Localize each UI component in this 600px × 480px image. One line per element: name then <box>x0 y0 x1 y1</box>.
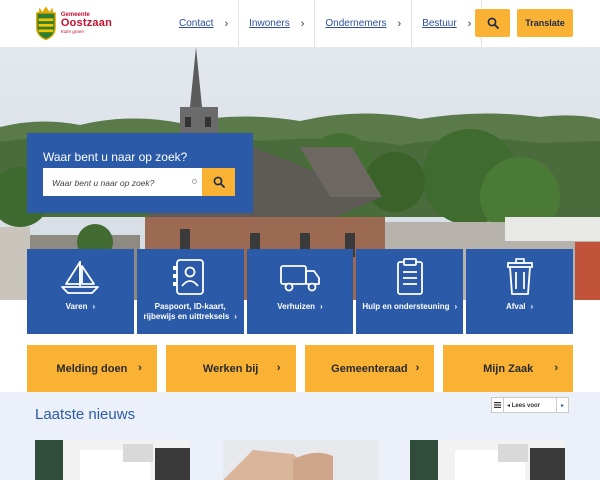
mijn-zaak-button[interactable]: Mijn Zaak › <box>443 345 573 392</box>
tile-verhuizen[interactable]: Verhuizen › <box>246 249 354 334</box>
chevron-right-icon: › <box>415 362 420 374</box>
chevron-right-icon: › <box>554 362 558 374</box>
nav-item-inwoners[interactable]: Inwoners › <box>238 0 314 47</box>
news-heading: Laatste nieuws <box>35 406 136 423</box>
quick-links: Melding doen › Werken bij › Gemeenteraad… <box>27 345 573 392</box>
menu-icon[interactable] <box>492 398 504 412</box>
chevron-right-icon: › <box>320 302 323 311</box>
logo-name: Oostzaan <box>60 16 112 29</box>
chevron-right-icon: › <box>467 17 472 30</box>
read-aloud-widget[interactable]: ◂ Lees voor ▸ <box>491 397 569 413</box>
tile-label: Afval <box>505 302 526 311</box>
chevron-right-icon: › <box>300 17 305 30</box>
search-submit-button[interactable] <box>202 168 235 196</box>
nav-item-label: Bestuur <box>422 18 457 29</box>
news-thumbnail[interactable] <box>410 440 565 480</box>
circle-icon <box>192 179 197 184</box>
gemeenteraad-button[interactable]: Gemeenteraad › <box>304 345 435 392</box>
service-tiles: Varen › Paspoort, ID-kaart, rijbewijs en … <box>27 249 573 334</box>
tile-label: Paspoort, ID-kaart, rijbewijs en uittrek… <box>143 302 230 322</box>
chevron-right-icon: › <box>276 362 281 374</box>
logo-tagline: Kalm groen <box>60 28 84 34</box>
chevron-right-icon: › <box>234 312 237 322</box>
site-header: Gemeente Oostzaan Kalm groen Contact › I… <box>0 0 600 47</box>
tile-paspoort[interactable]: Paspoort, ID-kaart, rijbewijs en uittrek… <box>136 249 244 334</box>
coat-of-arms-icon <box>36 6 56 41</box>
werken-bij-button[interactable]: Werken bij › <box>165 345 296 392</box>
nav-item-label: Ondernemers <box>325 18 387 29</box>
chevron-right-icon: › <box>454 302 458 311</box>
tile-hulp[interactable]: Hulp en ondersteuning › <box>356 249 464 334</box>
chevron-right-icon: › <box>138 362 142 374</box>
search-panel: Waar bent u naar op zoek? Waar bent u na… <box>27 133 253 213</box>
speaker-icon: ◂ <box>507 402 511 409</box>
chevron-right-icon: › <box>530 302 534 311</box>
nav-item-contact[interactable]: Contact › <box>169 0 238 47</box>
button-label: Werken bij <box>202 362 259 375</box>
tile-afval[interactable]: Afval › <box>466 249 573 334</box>
search-placeholder: Waar bent u naar op zoek? <box>52 178 155 188</box>
municipality-logo[interactable]: Gemeente Oostzaan Kalm groen <box>34 4 112 42</box>
chevron-right-icon: › <box>92 302 96 311</box>
news-thumbnail[interactable] <box>35 440 190 480</box>
play-icon[interactable]: ▸ <box>556 398 568 412</box>
chevron-right-icon: › <box>224 17 229 30</box>
clipboard-icon <box>396 258 423 295</box>
id-card-icon <box>173 259 205 295</box>
tile-varen[interactable]: Varen › <box>27 249 134 334</box>
tile-label: Verhuizen <box>277 302 316 311</box>
translate-button[interactable]: Translate <box>517 9 573 37</box>
button-label: Gemeenteraad <box>331 362 408 375</box>
nav-item-label: Inwoners <box>249 18 290 29</box>
chevron-right-icon: › <box>397 17 402 30</box>
tile-label: Hulp en ondersteuning <box>362 302 450 311</box>
nav-item-label: Contact <box>179 18 214 29</box>
read-aloud-label: Lees voor <box>511 402 541 409</box>
header-search-button[interactable] <box>475 9 510 37</box>
search-panel-title: Waar bent u naar op zoek? <box>43 150 188 164</box>
truck-icon <box>280 265 320 292</box>
button-label: Melding doen <box>56 362 128 375</box>
melding-doen-button[interactable]: Melding doen › <box>27 345 157 392</box>
news-thumbnail[interactable] <box>223 440 378 480</box>
sailboat-icon <box>61 261 100 294</box>
tile-label: Varen <box>65 302 88 311</box>
main-nav: Contact › Inwoners › Ondernemers › Bestu… <box>169 0 483 47</box>
trash-icon <box>506 258 533 295</box>
search-icon <box>213 176 225 188</box>
search-icon <box>487 17 499 29</box>
search-input[interactable]: Waar bent u naar op zoek? <box>43 168 202 196</box>
nav-item-ondernemers[interactable]: Ondernemers › <box>314 0 411 47</box>
nav-item-bestuur[interactable]: Bestuur › <box>411 0 483 47</box>
button-label: Mijn Zaak <box>483 362 534 375</box>
